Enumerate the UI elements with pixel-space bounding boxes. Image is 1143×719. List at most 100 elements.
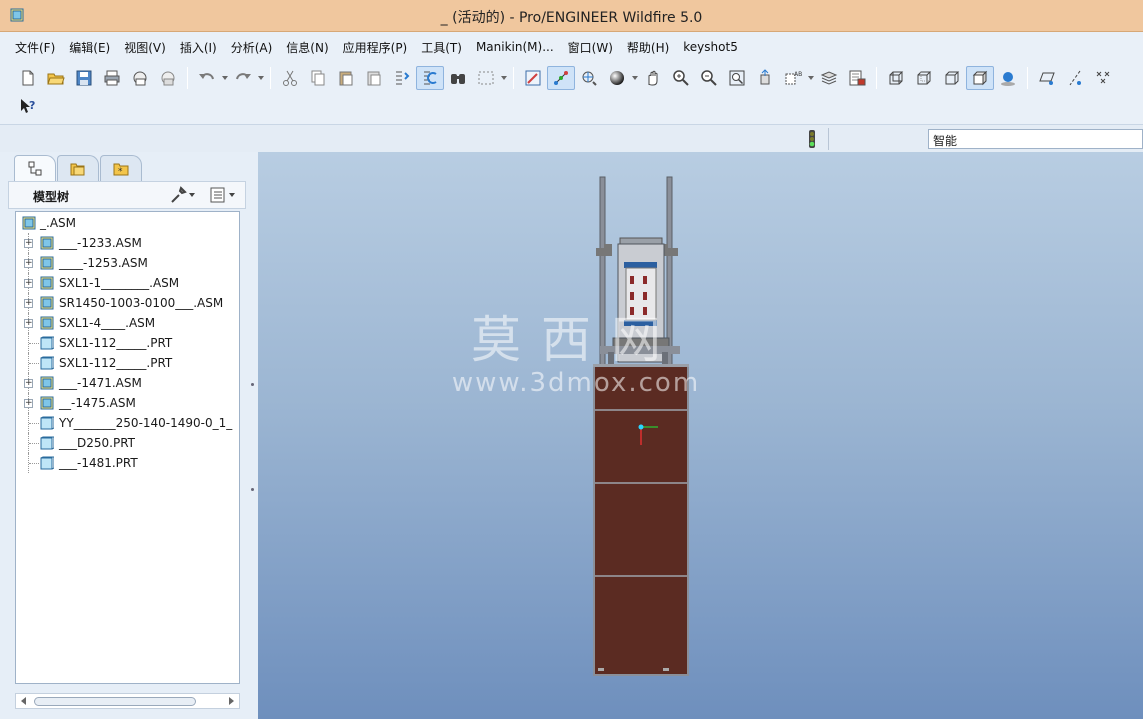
undo-dropdown[interactable] bbox=[221, 66, 229, 90]
tree-item[interactable]: + ___-1471.ASM bbox=[16, 373, 239, 393]
enhanced-realism-icon[interactable] bbox=[994, 66, 1022, 90]
pan-hand-icon[interactable] bbox=[639, 66, 667, 90]
folder-browser-tab-icon[interactable] bbox=[57, 155, 99, 181]
tree-item-label: SR1450-1003-0100___.ASM bbox=[59, 296, 224, 310]
datum-points-icon[interactable] bbox=[1089, 66, 1117, 90]
part-icon bbox=[40, 436, 54, 450]
new-file-icon[interactable] bbox=[14, 66, 42, 90]
spin-center-icon[interactable] bbox=[547, 66, 575, 90]
regen-manager-icon[interactable] bbox=[416, 66, 444, 90]
splitter-grip bbox=[251, 383, 254, 386]
cut-icon[interactable] bbox=[276, 66, 304, 90]
shading-dropdown[interactable] bbox=[631, 66, 639, 90]
tree-horizontal-scrollbar[interactable] bbox=[15, 693, 240, 709]
undo-icon[interactable] bbox=[193, 66, 221, 90]
context-help-icon[interactable]: ? bbox=[14, 94, 42, 118]
tree-item-label: ___-1233.ASM bbox=[59, 236, 142, 250]
hidden-line-icon[interactable] bbox=[910, 66, 938, 90]
refit-icon[interactable] bbox=[723, 66, 751, 90]
shading-sphere-icon[interactable] bbox=[603, 66, 631, 90]
tree-item-label: SXL1-112_____.PRT bbox=[59, 336, 173, 350]
wireframe-icon[interactable] bbox=[882, 66, 910, 90]
redo-icon[interactable] bbox=[229, 66, 257, 90]
toolbar-separator bbox=[270, 67, 271, 89]
menu-window[interactable]: 窗口(W) bbox=[561, 39, 620, 56]
assembly-icon bbox=[40, 256, 54, 270]
saved-views-icon[interactable]: AB bbox=[779, 66, 807, 90]
expand-icon[interactable]: + bbox=[24, 278, 33, 288]
expand-icon[interactable]: + bbox=[24, 398, 33, 408]
menu-help[interactable]: 帮助(H) bbox=[620, 39, 676, 56]
datum-axes-icon[interactable] bbox=[1061, 66, 1089, 90]
tree-item[interactable]: ___D250.PRT bbox=[16, 433, 239, 453]
select-box-dropdown[interactable] bbox=[500, 66, 508, 90]
tree-connector bbox=[29, 463, 39, 464]
select-box-icon[interactable] bbox=[472, 66, 500, 90]
print-icon[interactable] bbox=[98, 66, 126, 90]
part-icon bbox=[40, 356, 54, 370]
tree-item[interactable]: YY_______250-140-1490-0_1_ bbox=[16, 413, 239, 433]
expand-icon[interactable]: + bbox=[24, 318, 33, 328]
part-icon bbox=[40, 416, 54, 430]
scroll-thumb[interactable] bbox=[34, 697, 196, 706]
layers-icon[interactable] bbox=[815, 66, 843, 90]
tree-item[interactable]: SXL1-112_____.PRT bbox=[16, 353, 239, 373]
scroll-left-icon[interactable] bbox=[21, 697, 26, 705]
zoom-out-icon[interactable] bbox=[695, 66, 723, 90]
view-manager-icon[interactable] bbox=[843, 66, 871, 90]
menu-view[interactable]: 视图(V) bbox=[117, 39, 173, 56]
selection-filter-select[interactable]: 智能 bbox=[928, 129, 1143, 149]
lower-chassis bbox=[593, 364, 689, 676]
shaded-icon[interactable] bbox=[966, 66, 994, 90]
tree-item[interactable]: + ___-1233.ASM bbox=[16, 233, 239, 253]
tree-item-label: SXL1-4____.ASM bbox=[59, 316, 156, 330]
tree-item[interactable]: + SXL1-4____.ASM bbox=[16, 313, 239, 333]
email-icon[interactable] bbox=[126, 66, 154, 90]
menu-manikin[interactable]: Manikin(M)... bbox=[469, 40, 561, 54]
tree-settings-button[interactable] bbox=[169, 185, 195, 205]
paste-icon[interactable] bbox=[332, 66, 360, 90]
menu-file[interactable]: 文件(F) bbox=[8, 39, 62, 56]
orient-mode-icon[interactable] bbox=[575, 66, 603, 90]
tree-show-button[interactable] bbox=[209, 185, 235, 205]
tree-item[interactable]: + ____-1253.ASM bbox=[16, 253, 239, 273]
find-icon[interactable] bbox=[444, 66, 472, 90]
expand-icon[interactable]: + bbox=[24, 298, 33, 308]
expand-icon[interactable]: + bbox=[24, 238, 33, 248]
tree-item[interactable]: SXL1-112_____.PRT bbox=[16, 333, 239, 353]
menu-tools[interactable]: 工具(T) bbox=[414, 39, 469, 56]
repaint-icon[interactable] bbox=[519, 66, 547, 90]
email-link-icon[interactable] bbox=[154, 66, 182, 90]
model-tree-tab-icon[interactable] bbox=[14, 155, 56, 181]
list-icon bbox=[210, 187, 225, 203]
datum-planes-icon[interactable] bbox=[1033, 66, 1061, 90]
tree-item[interactable]: + SXL1-1________.ASM bbox=[16, 273, 239, 293]
favorites-tab-icon[interactable]: * bbox=[100, 155, 142, 181]
menu-analysis[interactable]: 分析(A) bbox=[224, 39, 280, 56]
tree-item[interactable]: + SR1450-1003-0100___.ASM bbox=[16, 293, 239, 313]
menu-insert[interactable]: 插入(I) bbox=[173, 39, 224, 56]
menu-info[interactable]: 信息(N) bbox=[279, 39, 335, 56]
expand-icon[interactable]: + bbox=[24, 378, 33, 388]
menu-applications[interactable]: 应用程序(P) bbox=[336, 39, 415, 56]
tree-item[interactable]: + __-1475.ASM bbox=[16, 393, 239, 413]
menu-edit[interactable]: 编辑(E) bbox=[62, 39, 117, 56]
copy-icon[interactable] bbox=[304, 66, 332, 90]
panel-splitter[interactable] bbox=[248, 190, 257, 630]
zoom-in-icon[interactable] bbox=[667, 66, 695, 90]
expand-icon[interactable]: + bbox=[24, 258, 33, 268]
regenerate-icon[interactable] bbox=[388, 66, 416, 90]
tree-root[interactable]: _.ASM bbox=[16, 213, 239, 233]
paste-special-icon[interactable] bbox=[360, 66, 388, 90]
menu-keyshot5[interactable]: keyshot5 bbox=[676, 40, 745, 54]
open-folder-icon[interactable] bbox=[42, 66, 70, 90]
redo-dropdown[interactable] bbox=[257, 66, 265, 90]
scroll-right-icon[interactable] bbox=[229, 697, 234, 705]
save-icon[interactable] bbox=[70, 66, 98, 90]
reorient-icon[interactable] bbox=[751, 66, 779, 90]
saved-views-dropdown[interactable] bbox=[807, 66, 815, 90]
no-hidden-icon[interactable] bbox=[938, 66, 966, 90]
watermark: 莫西网 www.3dmox.com bbox=[446, 312, 706, 398]
tree-item[interactable]: ___-1481.PRT bbox=[16, 453, 239, 473]
graphics-viewport[interactable]: 莫西网 www.3dmox.com bbox=[258, 152, 1143, 719]
